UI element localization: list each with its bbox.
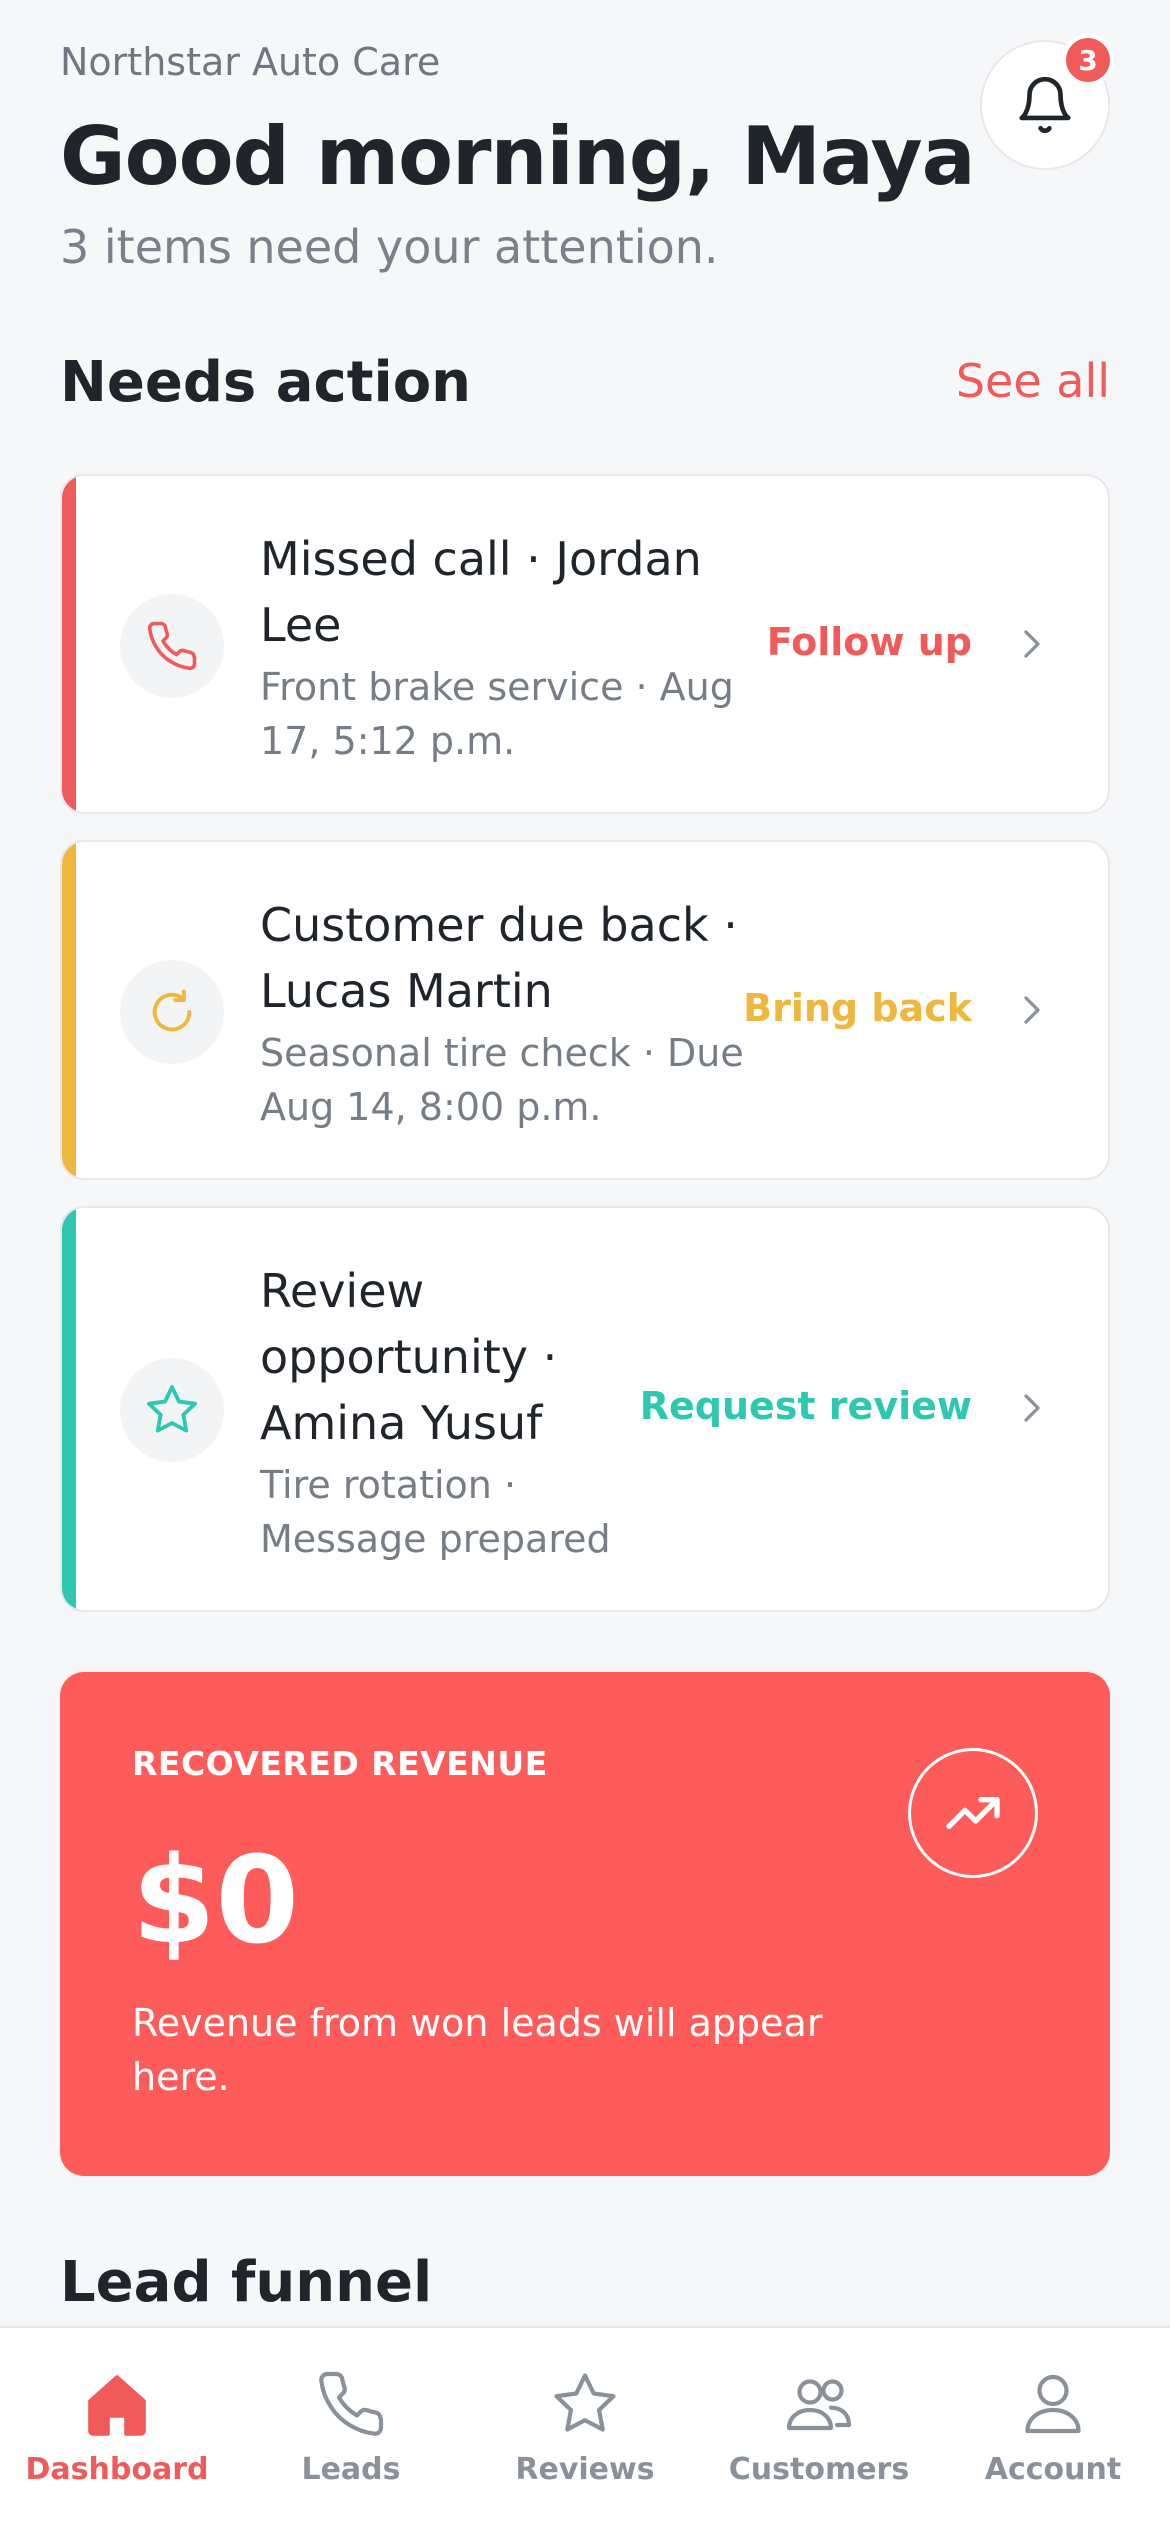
attention-summary: 3 items need your attention. — [60, 220, 719, 274]
card-subtitle: Seasonal tire check · Due Aug 14, 8:00 p… — [260, 1031, 744, 1129]
card-title: Customer due back · Lucas Martin — [260, 898, 738, 1018]
see-all-link[interactable]: See all — [956, 354, 1110, 408]
card-accent-bar — [62, 1208, 76, 1610]
tab-reviews[interactable]: Reviews — [468, 2328, 702, 2532]
tab-label: Dashboard — [25, 2452, 209, 2487]
tab-dashboard[interactable]: Dashboard — [0, 2328, 234, 2532]
tab-account[interactable]: Account — [936, 2328, 1170, 2532]
users-icon — [786, 2379, 852, 2431]
action-card-missed-call[interactable]: Missed call · Jordan Lee Front brake ser… — [60, 474, 1110, 814]
notification-count-badge: 3 — [1062, 34, 1114, 86]
chevron-right-icon — [1024, 630, 1040, 658]
header: Northstar Auto Care Good morning, Maya 3… — [60, 34, 1114, 280]
tab-customers[interactable]: Customers — [702, 2328, 936, 2532]
card-text: Missed call · Jordan Lee Front brake ser… — [260, 526, 780, 768]
follow-up-button[interactable]: Follow up — [767, 620, 972, 664]
phone-icon — [319, 2371, 384, 2436]
lead-funnel-title: Lead funnel — [60, 2250, 433, 2315]
card-title: Review opportunity · Amina Yusuf — [260, 1264, 558, 1450]
tab-label: Leads — [301, 2452, 401, 2487]
revenue-description: Revenue from won leads will appear here. — [132, 2001, 823, 2099]
greeting-title: Good morning, Maya — [60, 110, 976, 203]
bring-back-button[interactable]: Bring back — [743, 986, 972, 1030]
trend-icon-wrap — [908, 1748, 1038, 1878]
action-card-review[interactable]: Review opportunity · Amina Yusuf Tire ro… — [60, 1206, 1110, 1612]
card-icon-wrap — [120, 960, 224, 1064]
tab-label: Customers — [728, 2452, 910, 2487]
bottom-tab-bar: Dashboard Leads Reviews Customers Accoun… — [0, 2326, 1170, 2532]
chevron-right-icon — [1024, 996, 1040, 1024]
needs-action-title: Needs action — [60, 350, 472, 415]
card-icon-wrap — [120, 1358, 224, 1462]
needs-action-header: Needs action See all — [60, 350, 1110, 430]
revenue-label: RECOVERED REVENUE — [132, 1744, 548, 1783]
tab-label: Reviews — [515, 2452, 655, 2487]
business-name: Northstar Auto Care — [60, 40, 441, 84]
card-icon-wrap — [120, 594, 224, 698]
star-icon — [554, 2373, 616, 2432]
tab-leads[interactable]: Leads — [234, 2328, 468, 2532]
card-title: Missed call · Jordan Lee — [260, 532, 702, 652]
recovered-revenue-card[interactable]: RECOVERED REVENUE $0 Revenue from won le… — [60, 1672, 1110, 2176]
phone-icon — [147, 621, 197, 671]
action-card-due-back[interactable]: Customer due back · Lucas Martin Seasona… — [60, 840, 1110, 1180]
notifications-button[interactable]: 3 — [980, 34, 1114, 170]
revenue-value: $0 — [132, 1832, 299, 1971]
card-accent-bar — [62, 476, 76, 812]
star-icon — [147, 1385, 197, 1433]
dashboard-screen: Northstar Auto Care Good morning, Maya 3… — [0, 0, 1170, 2532]
card-subtitle: Tire rotation · Message prepared — [260, 1463, 611, 1561]
card-subtitle: Front brake service · Aug 17, 5:12 p.m. — [260, 665, 734, 763]
request-review-button[interactable]: Request review — [640, 1384, 972, 1428]
refresh-icon — [152, 989, 192, 1032]
home-icon — [88, 2375, 146, 2436]
user-icon — [1025, 2374, 1081, 2434]
card-text: Review opportunity · Amina Yusuf Tire ro… — [260, 1258, 640, 1566]
chevron-right-icon — [1024, 1394, 1040, 1422]
bell-icon — [1019, 76, 1071, 133]
trending-up-icon — [946, 1797, 1000, 1829]
card-text: Customer due back · Lucas Martin Seasona… — [260, 892, 780, 1134]
card-accent-bar — [62, 842, 76, 1178]
tab-label: Account — [984, 2452, 1122, 2487]
